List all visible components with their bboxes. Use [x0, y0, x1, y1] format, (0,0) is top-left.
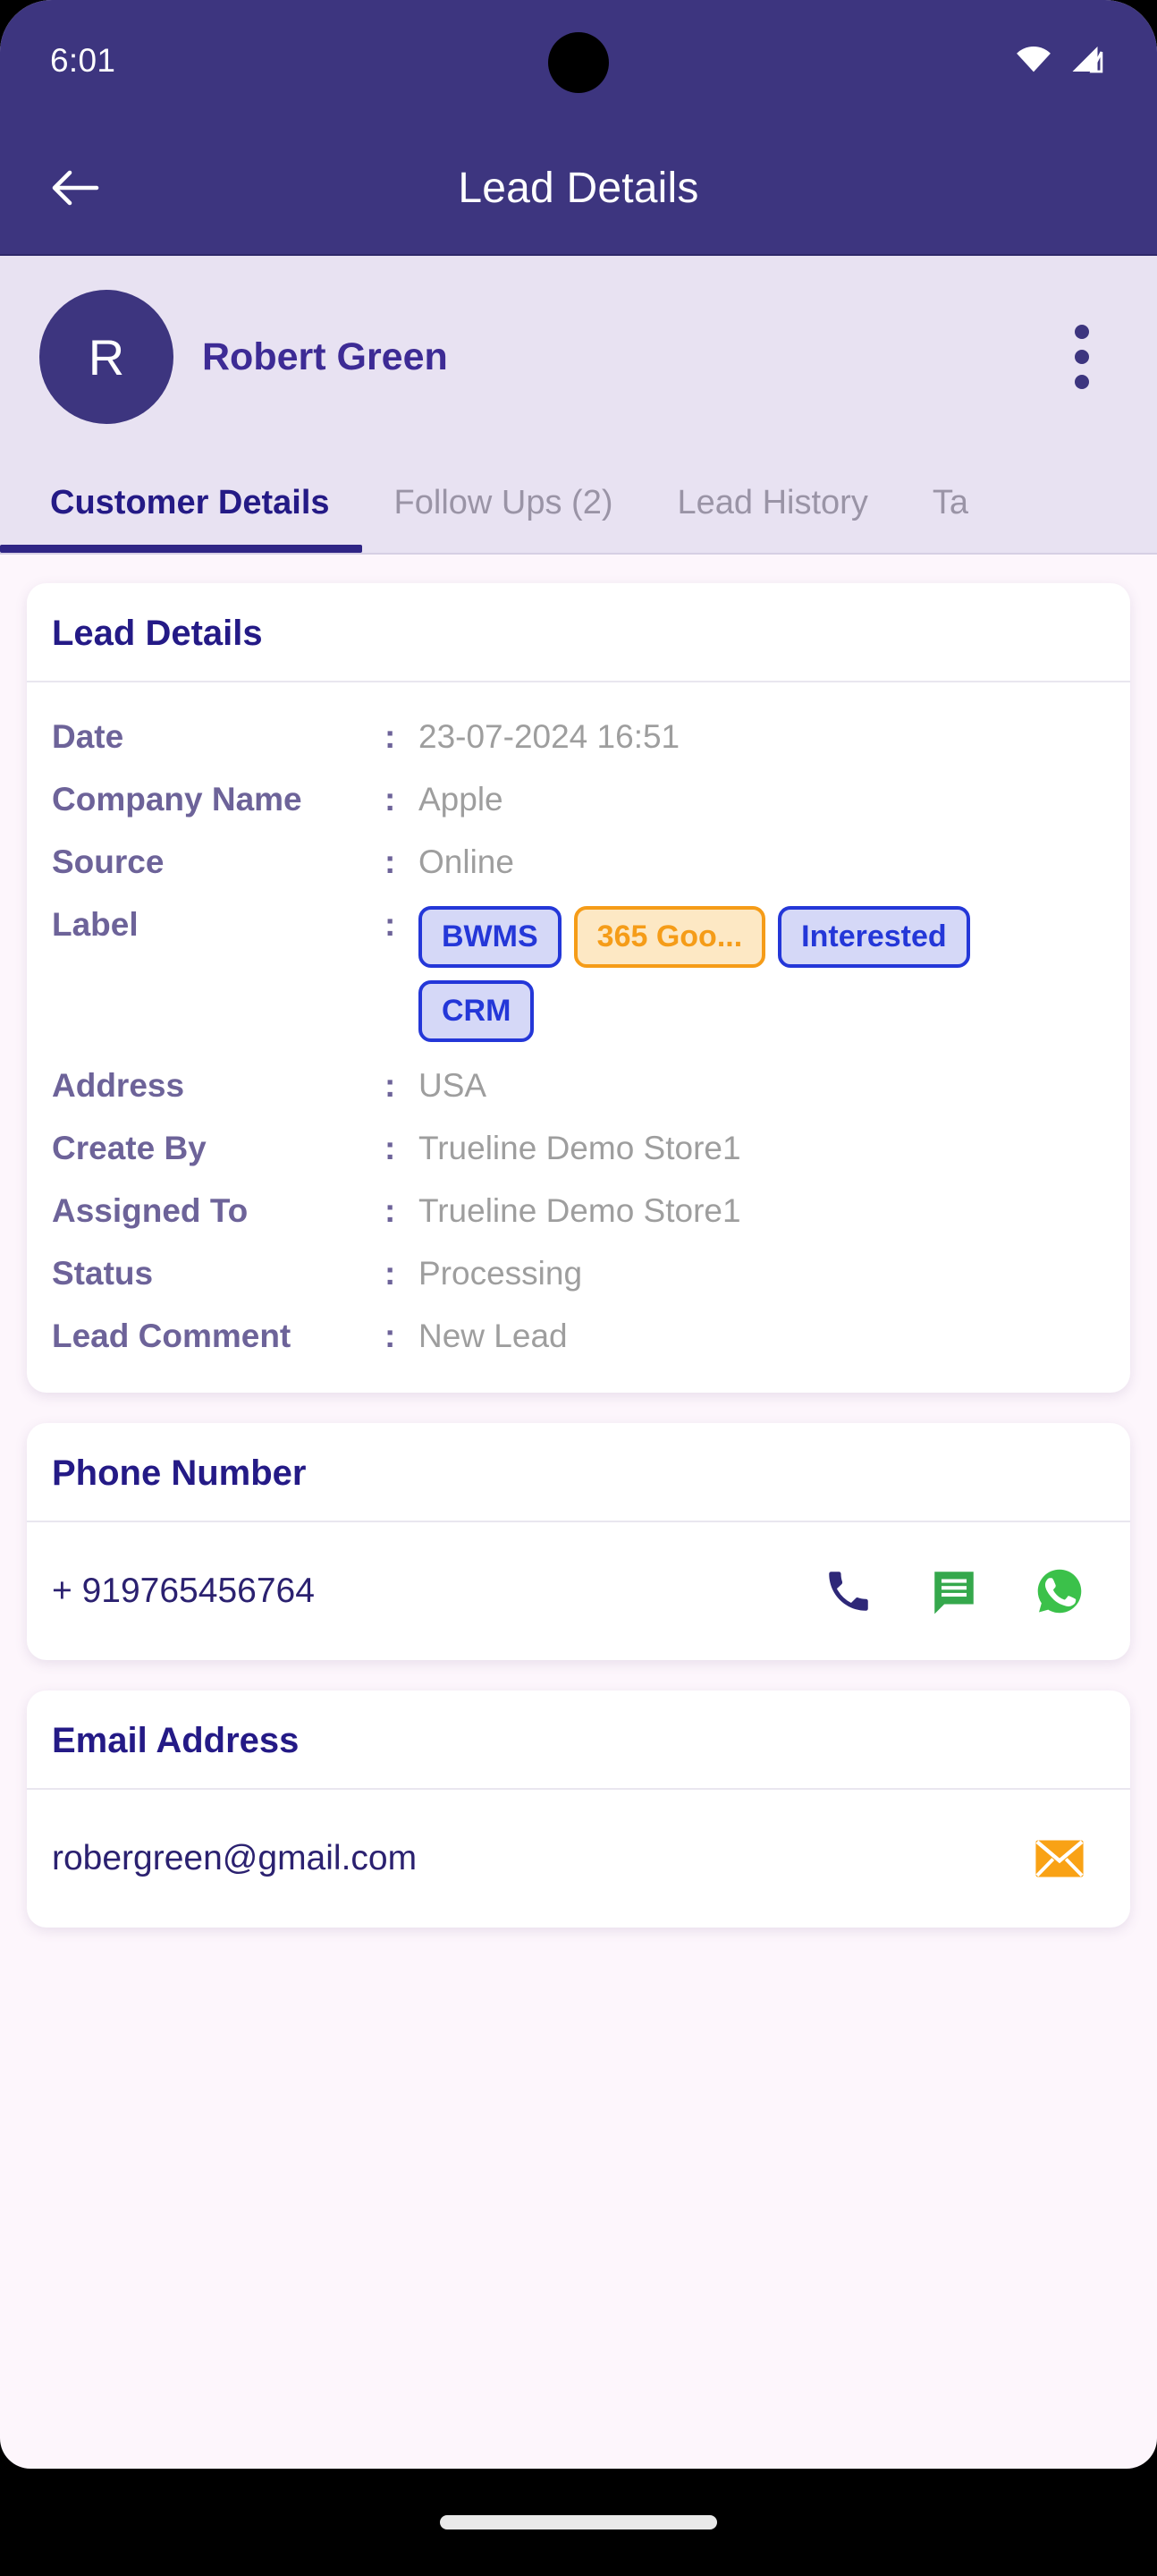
- label-chip-365-google[interactable]: 365 Goo...: [573, 906, 766, 968]
- profile-header: R Robert Green: [0, 256, 1157, 447]
- phone-card-title: Phone Number: [27, 1423, 1130, 1522]
- status-time: 6:01: [50, 42, 116, 79]
- phone-call-icon[interactable]: [819, 1562, 878, 1621]
- phone-actions: [819, 1562, 1105, 1621]
- detail-row-lead-comment: Lead Comment : New Lead: [52, 1305, 1105, 1368]
- detail-row-assigned-to: Assigned To : Trueline Demo Store1: [52, 1180, 1105, 1242]
- status-badge: Processing: [418, 1255, 583, 1292]
- lead-details-card-body: Date : 23-07-2024 16:51 Company Name : A…: [27, 682, 1130, 1393]
- detail-value: USA: [418, 1067, 487, 1104]
- phone-row: + 919765456764: [27, 1522, 1130, 1660]
- detail-row-company-name: Company Name : Apple: [52, 768, 1105, 831]
- detail-colon: :: [384, 1192, 396, 1229]
- detail-label: Lead Comment: [52, 1318, 291, 1354]
- detail-label: Status: [52, 1255, 154, 1292]
- email-envelope-icon[interactable]: [1030, 1829, 1089, 1888]
- detail-value: Trueline Demo Store1: [418, 1192, 741, 1229]
- gesture-handle[interactable]: [440, 2515, 717, 2529]
- tab-tasks[interactable]: Ta: [900, 484, 1001, 553]
- back-button[interactable]: [46, 159, 104, 216]
- detail-row-create-by: Create By : Trueline Demo Store1: [52, 1117, 1105, 1180]
- detail-label: Label: [52, 906, 139, 943]
- detail-colon: :: [384, 1067, 396, 1104]
- detail-label: Create By: [52, 1130, 207, 1166]
- email-row: robergreen@gmail.com: [27, 1790, 1130, 1928]
- detail-label: Assigned To: [52, 1192, 249, 1229]
- detail-label: Source: [52, 843, 165, 880]
- device-frame: 6:01 Lead Details R Robert Green Custome…: [0, 0, 1157, 2576]
- detail-row-status: Status : Processing: [52, 1242, 1105, 1305]
- avatar: R: [39, 290, 173, 424]
- email-address-value: robergreen@gmail.com: [52, 1839, 418, 1877]
- tab-customer-details[interactable]: Customer Details: [0, 484, 362, 553]
- whatsapp-icon[interactable]: [1030, 1562, 1089, 1621]
- lead-details-card-title: Lead Details: [27, 583, 1130, 682]
- detail-colon: :: [384, 906, 396, 943]
- page-title: Lead Details: [458, 164, 699, 212]
- detail-colon: :: [384, 1130, 396, 1166]
- tab-bar: Customer Details Follow Ups (2) Lead His…: [0, 447, 1157, 555]
- contact-name: Robert Green: [202, 335, 448, 378]
- detail-row-date: Date : 23-07-2024 16:51: [52, 706, 1105, 768]
- camera-punch-hole: [548, 32, 609, 93]
- wifi-icon: [1014, 43, 1053, 80]
- detail-colon: :: [384, 843, 396, 880]
- detail-value: New Lead: [418, 1318, 568, 1354]
- detail-label: Date: [52, 718, 124, 755]
- tab-follow-ups[interactable]: Follow Ups (2): [362, 484, 646, 553]
- detail-colon: :: [384, 781, 396, 818]
- label-chip-list: BWMS 365 Goo... Interested CRM: [418, 906, 1071, 1042]
- system-navigation-bar: [0, 2469, 1157, 2576]
- phone-screen: 6:01 Lead Details R Robert Green Custome…: [0, 0, 1157, 2469]
- detail-colon: :: [384, 1255, 396, 1292]
- detail-value: Online: [418, 843, 514, 880]
- phone-number-card: Phone Number + 919765456764: [27, 1423, 1130, 1660]
- detail-row-label: Label : BWMS 365 Goo... Interested CRM: [52, 894, 1105, 1055]
- detail-value: BWMS 365 Goo... Interested CRM: [418, 906, 1105, 1042]
- detail-colon: :: [384, 1318, 396, 1354]
- email-actions: [1030, 1829, 1105, 1888]
- content-area: Lead Details Date : 23-07-2024 16:51 Com…: [0, 555, 1157, 1928]
- detail-row-address: Address : USA: [52, 1055, 1105, 1117]
- detail-value: Trueline Demo Store1: [418, 1130, 741, 1166]
- detail-label: Company Name: [52, 781, 302, 818]
- detail-label: Address: [52, 1067, 185, 1104]
- email-card-title: Email Address: [27, 1690, 1130, 1790]
- sms-message-icon[interactable]: [925, 1562, 984, 1621]
- label-chip-interested[interactable]: Interested: [778, 906, 970, 968]
- detail-colon: :: [384, 718, 396, 755]
- detail-value: Apple: [418, 781, 503, 818]
- tab-lead-history[interactable]: Lead History: [646, 484, 900, 553]
- label-chip-crm[interactable]: CRM: [418, 980, 535, 1042]
- status-indicators: [1014, 43, 1107, 80]
- detail-row-source: Source : Online: [52, 831, 1105, 894]
- cellular-signal-icon: [1069, 43, 1107, 80]
- status-bar: 6:01: [0, 0, 1157, 122]
- more-vertical-icon[interactable]: [1064, 314, 1100, 400]
- phone-number-value: + 919765456764: [52, 1572, 315, 1610]
- detail-value: 23-07-2024 16:51: [418, 718, 680, 755]
- email-address-card: Email Address robergreen@gmail.com: [27, 1690, 1130, 1928]
- label-chip-bwms[interactable]: BWMS: [418, 906, 562, 968]
- lead-details-card: Lead Details Date : 23-07-2024 16:51 Com…: [27, 583, 1130, 1393]
- app-bar: Lead Details: [0, 122, 1157, 256]
